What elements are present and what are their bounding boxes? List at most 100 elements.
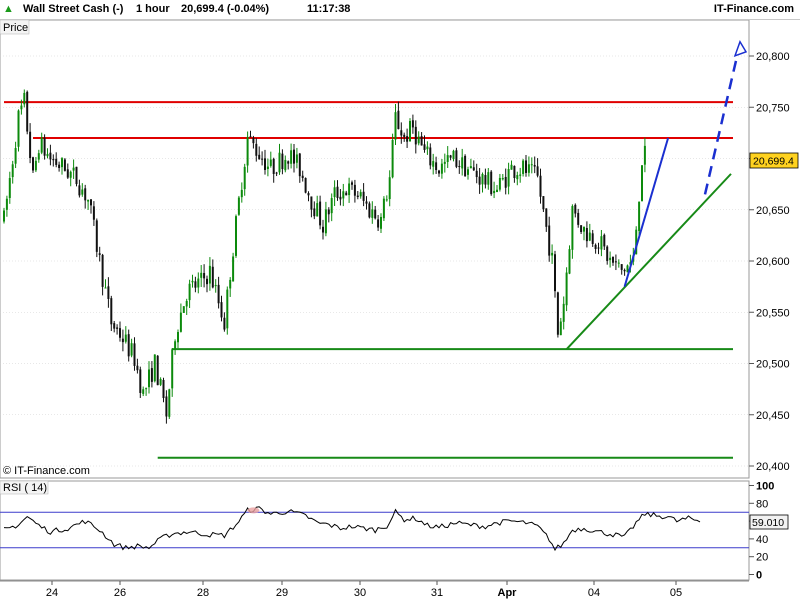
candle: [226, 286, 229, 335]
candle-body: [588, 232, 591, 241]
candle-body: [313, 208, 316, 217]
rsi-tick-label: 80: [756, 498, 768, 510]
candle-body: [458, 166, 461, 168]
candle-body: [11, 164, 14, 178]
candle-body: [211, 266, 214, 288]
candle-body: [168, 389, 171, 417]
candle-body: [145, 388, 148, 390]
candle-body: [333, 187, 336, 198]
candle-body: [539, 175, 542, 197]
candle-body: [525, 160, 527, 173]
candle-body: [400, 130, 403, 136]
candle: [237, 195, 240, 216]
candle-body: [382, 198, 385, 219]
candle-body: [63, 159, 66, 171]
instrument-name: Wall Street Cash (-): [23, 3, 124, 15]
candle-body: [577, 212, 580, 225]
price-tick-label: 20,400: [756, 461, 790, 473]
candle-body: [200, 272, 203, 278]
candle-body: [34, 160, 37, 171]
candle-body: [432, 161, 435, 167]
candle-body: [414, 126, 417, 145]
candle: [17, 109, 20, 152]
candle-body: [23, 92, 26, 105]
candle-body: [519, 174, 522, 176]
candle: [368, 201, 371, 219]
candle-body: [148, 369, 150, 388]
candle-body: [92, 206, 95, 220]
candle-body: [107, 286, 110, 299]
candle-body: [81, 189, 84, 195]
candle-body: [258, 154, 261, 160]
candle-body: [84, 188, 87, 201]
price-panel-title: Price: [3, 22, 28, 34]
candle-body: [472, 167, 475, 171]
candle-body: [368, 203, 371, 218]
candle-body: [72, 167, 75, 171]
price-tick-label: 20,800: [756, 51, 790, 63]
candle-body: [440, 163, 443, 174]
candle-body: [69, 171, 72, 178]
candle-body: [345, 192, 348, 196]
candle-body: [545, 208, 548, 227]
candle-body: [455, 150, 458, 167]
candle: [235, 214, 237, 258]
candle-body: [159, 379, 162, 385]
candle-body: [438, 170, 440, 174]
time-axis: 24 26 28 29 30 31 Apr 04 05: [0, 580, 749, 599]
candle-body: [61, 158, 63, 168]
time-tick-label: 28: [197, 587, 209, 599]
candle-body: [52, 159, 55, 161]
candle-body: [507, 169, 510, 187]
candle-body: [272, 158, 275, 174]
candle-body: [220, 302, 223, 318]
candle-body: [513, 165, 516, 179]
candle-body: [530, 164, 533, 166]
candle-body: [206, 278, 208, 285]
candle-body: [46, 153, 49, 157]
candle: [565, 267, 568, 312]
candle-body: [252, 137, 255, 144]
candle-body: [165, 396, 168, 417]
clock-time: 11:17:38: [307, 3, 351, 15]
candle-body: [139, 369, 142, 393]
candle-body: [359, 192, 362, 197]
candle-body: [638, 201, 641, 231]
candle-body: [490, 171, 493, 195]
timeframe: 1 hour: [136, 3, 170, 15]
candle-body: [336, 186, 339, 198]
candle-body: [37, 153, 40, 160]
candle: [382, 196, 385, 222]
candle-body: [522, 160, 525, 174]
time-tick-label: 29: [276, 587, 288, 599]
candle-body: [121, 338, 124, 343]
candle-body: [119, 328, 121, 338]
time-tick-label: 31: [431, 587, 443, 599]
candle-body: [95, 220, 98, 252]
candle-body: [203, 273, 206, 279]
candle-body: [388, 177, 391, 200]
candle-body: [542, 196, 545, 210]
candle-body: [403, 134, 406, 137]
candle-body: [301, 175, 304, 178]
candle-body: [287, 161, 290, 164]
candle-body: [3, 210, 5, 222]
candle-body: [609, 257, 612, 261]
candle-body: [443, 161, 446, 164]
candle-body: [226, 289, 229, 329]
price-tick-label: 20,500: [756, 359, 790, 371]
rsi-tick-label: 40: [756, 534, 768, 546]
candle-body: [591, 233, 594, 244]
candle-body: [110, 298, 113, 325]
candle: [556, 291, 559, 338]
candle-body: [351, 182, 353, 185]
candle-body: [269, 159, 272, 166]
candle-body: [446, 155, 449, 162]
candle-body: [133, 343, 136, 366]
candle-body: [78, 185, 81, 196]
candle-body: [290, 150, 293, 164]
candle-body: [385, 199, 388, 201]
candle-body: [348, 183, 351, 196]
candle-body: [342, 191, 345, 199]
candle-body: [411, 120, 414, 128]
